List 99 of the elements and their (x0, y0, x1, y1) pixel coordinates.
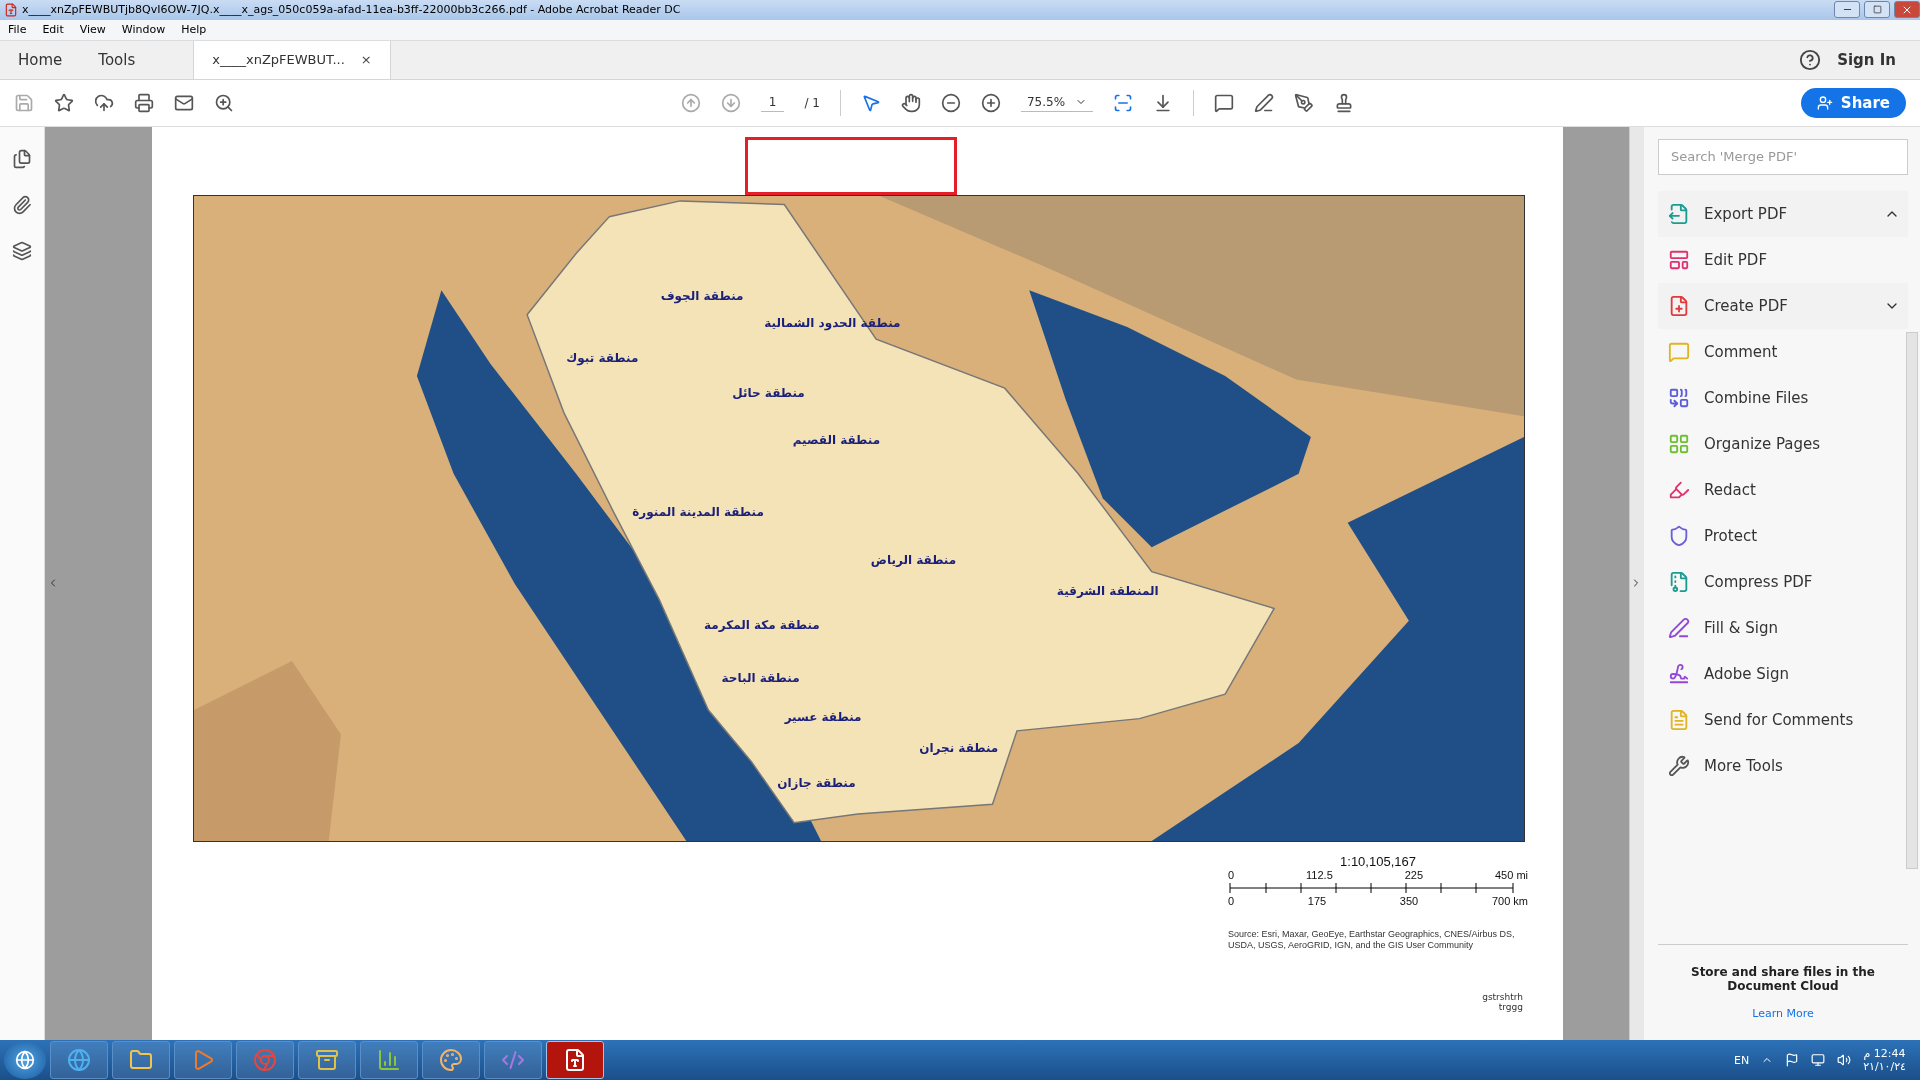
region-label: منطقة الباحة (721, 671, 800, 686)
taskbar-app[interactable] (112, 1041, 170, 1080)
print-icon[interactable] (134, 92, 154, 113)
sign-icon[interactable] (1294, 92, 1315, 113)
zoom-in-icon[interactable] (980, 92, 1001, 113)
note-text: gstrshtrh (1482, 992, 1523, 1003)
region-label: منطقة الحدود الشمالية (764, 316, 901, 331)
window-title: x____xnZpFEWBUTjb8QvI6OW-7JQ.x____x_ags_050c059a-afad-11ea-b3ff-22000bb3c266.pdf - Adobe Acrobat Reader DC (22, 3, 682, 17)
region-label: منطقة تبوك (566, 351, 639, 366)
region-label: منطقة المدينة المنورة (632, 505, 764, 520)
tool-item[interactable]: Edit PDF (1658, 236, 1908, 283)
region-label: منطقة نجران (919, 740, 999, 755)
menu-item[interactable]: Window (121, 23, 166, 37)
taskbar-app[interactable] (50, 1041, 108, 1080)
tool-item[interactable]: More Tools (1658, 742, 1908, 789)
user-plus-icon (1816, 94, 1833, 111)
share-button[interactable]: Share (1800, 87, 1906, 118)
chrome-icon (253, 1048, 277, 1073)
tool-item[interactable]: Protect (1658, 512, 1908, 559)
tool-item[interactable]: Fill & Sign (1658, 604, 1908, 651)
tool-item[interactable]: Combine Files (1658, 374, 1908, 421)
page-number-field[interactable]: 1 (760, 93, 785, 113)
close-tab-button[interactable]: × (360, 52, 372, 68)
taskbar-app[interactable] (422, 1041, 480, 1080)
region-label: منطقة الرياض (870, 553, 957, 568)
flag-icon[interactable] (1785, 1053, 1800, 1068)
taskbar-app[interactable] (546, 1041, 604, 1080)
globe-icon (67, 1048, 91, 1073)
tool-item[interactable]: Send for Comments (1658, 696, 1908, 743)
pages-icon[interactable] (12, 148, 32, 169)
pen-icon[interactable] (1254, 92, 1275, 113)
attachment-icon[interactable] (12, 194, 32, 215)
menu-item[interactable]: View (79, 23, 106, 37)
taskbar-app[interactable] (298, 1041, 356, 1080)
learn-more-link[interactable]: Learn More (1752, 1007, 1814, 1021)
note-text: trggg (1498, 1002, 1523, 1013)
nav-tab[interactable]: Tools (80, 40, 154, 79)
fit-page-icon[interactable] (1113, 92, 1134, 113)
chart-icon (377, 1048, 401, 1073)
clock-time[interactable]: 12:44 م (1863, 1047, 1906, 1061)
scale-label: 225 (1404, 868, 1424, 881)
tool-item[interactable]: Adobe Sign (1658, 650, 1908, 697)
taskbar-app[interactable] (360, 1041, 418, 1080)
sign-in-button[interactable]: Sign In (1821, 40, 1920, 79)
map-source-text: Source: Esri, Maxar, GeoEye, Earthstar Geographics, CNES/Airbus DS, USDA, USGS, AeroGRID, IGN, and the GIS User Community (1228, 928, 1516, 953)
comment-icon[interactable] (1214, 92, 1235, 113)
maximize-icon (1872, 5, 1882, 15)
scale-label: 450 mi (1494, 868, 1528, 881)
region-label: منطقة عسير (784, 709, 862, 724)
menu-item[interactable]: Edit (42, 23, 64, 37)
close-icon (1901, 4, 1913, 16)
page-total: / 1 (804, 95, 820, 110)
tool-item[interactable]: Export PDF (1658, 190, 1908, 237)
tool-item[interactable]: Create PDF (1658, 282, 1908, 329)
region-label: منطقة جازان (777, 775, 856, 790)
scale-label: 0 (1228, 894, 1235, 907)
region-label: منطقة حائل (732, 386, 805, 401)
tool-item[interactable]: Compress PDF (1658, 558, 1908, 605)
network-icon[interactable] (1811, 1053, 1826, 1068)
star-icon[interactable] (54, 92, 74, 113)
scale-label: 700 km (1491, 894, 1528, 907)
start-button[interactable] (4, 1041, 46, 1080)
scrollbar[interactable] (1629, 126, 1644, 1041)
language-indicator[interactable]: EN (1733, 1053, 1750, 1067)
region-label: منطقة الجوف (660, 289, 744, 304)
search-field[interactable]: Search 'Merge PDF' (1658, 138, 1908, 175)
hand-icon[interactable] (900, 92, 921, 113)
scale-label: 0 (1228, 868, 1235, 881)
scrollbar[interactable] (1906, 331, 1918, 869)
tool-item[interactable]: Redact (1658, 466, 1908, 513)
scale-ratio: 1:10,105,167 (1339, 853, 1417, 869)
document-tab[interactable]: x____xnZpFEWBUT... × (193, 40, 391, 79)
minimize-button[interactable] (1834, 1, 1860, 19)
scale-label: 175 (1307, 894, 1327, 907)
maximize-button[interactable] (1864, 1, 1890, 19)
menu-item[interactable]: Help (181, 23, 207, 37)
close-button[interactable] (1894, 1, 1920, 19)
pdf-icon (563, 1048, 587, 1073)
cloud-upload-icon[interactable] (94, 92, 114, 113)
speaker-icon[interactable] (1837, 1053, 1852, 1068)
stamp-icon[interactable] (1334, 92, 1355, 113)
cabinet-icon (315, 1048, 339, 1073)
nav-tab[interactable]: Home (0, 40, 81, 79)
menu-item[interactable]: File (8, 23, 27, 37)
region-label: منطقة مكة المكرمة (704, 618, 820, 633)
promo-text: Store and share files in the Document Cloud (1690, 965, 1876, 994)
scale-label: 350 (1399, 894, 1419, 907)
pdf-icon[interactable] (4, 3, 18, 17)
region-label: منطقة القصيم (792, 433, 881, 448)
clock-date[interactable]: ٢١/١٠/٢٤ (1863, 1060, 1906, 1074)
layers-icon[interactable] (12, 240, 32, 261)
tool-item[interactable]: Comment (1658, 328, 1908, 375)
palette-icon (439, 1048, 463, 1073)
scale-label: 112.5 (1306, 868, 1333, 881)
zoom-search-icon[interactable] (214, 92, 234, 113)
zoom-out-icon[interactable] (940, 92, 961, 113)
tool-item[interactable]: Organize Pages (1658, 420, 1908, 467)
region-label: المنطقة الشرقية (1056, 584, 1159, 599)
zoom-field[interactable]: 75.5% (1020, 93, 1094, 113)
